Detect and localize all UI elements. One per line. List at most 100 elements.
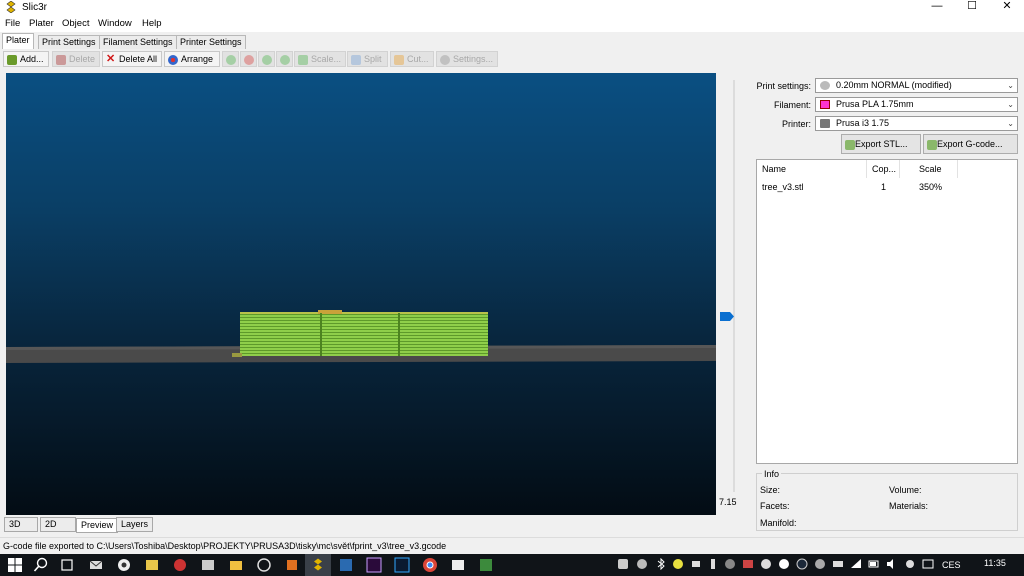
windows-start-icon[interactable] [7, 557, 23, 573]
app-icon-6[interactable] [338, 557, 354, 573]
slic3r-taskbar-button[interactable] [305, 554, 331, 576]
delete-button[interactable]: Delete [52, 51, 100, 67]
app-icon-5[interactable] [284, 557, 300, 573]
chevron-down-icon: ⌄ [1007, 119, 1014, 128]
steam-icon[interactable] [796, 558, 808, 570]
slic3r-logo-icon [6, 1, 16, 13]
tray-icon-1[interactable] [617, 558, 629, 570]
split-button[interactable]: Split [347, 51, 388, 67]
menu-file[interactable]: File [5, 18, 20, 29]
rotate-left-button[interactable] [258, 51, 275, 67]
filament-combo[interactable]: Prusa PLA 1.75mm ⌄ [815, 97, 1018, 112]
app-icon-2[interactable] [172, 557, 188, 573]
action-center-icon[interactable] [922, 558, 934, 570]
column-scale-header[interactable]: Scale [900, 160, 958, 178]
view-tab-layers[interactable]: Layers [116, 517, 154, 532]
app-icon-7[interactable] [450, 557, 466, 573]
tray-icon-6[interactable] [724, 558, 736, 570]
file-explorer-icon[interactable] [228, 557, 244, 573]
tray-icon-5[interactable] [707, 558, 719, 570]
decrease-copies-button[interactable] [240, 51, 257, 67]
chrome-icon[interactable] [422, 557, 438, 573]
premiere-icon[interactable] [366, 557, 382, 573]
tray-icon-12[interactable] [904, 558, 916, 570]
tab-plater[interactable]: Plater [2, 33, 34, 49]
printer-icon [820, 119, 830, 128]
printer-combo[interactable]: Prusa i3 1.75 ⌄ [815, 116, 1018, 131]
info-materials-label: Materials: [889, 501, 929, 511]
column-name-header[interactable]: Name [757, 160, 867, 178]
print-settings-combo[interactable]: 0.20mm NORMAL (modified) ⌄ [815, 78, 1018, 93]
photoshop-icon[interactable] [394, 557, 410, 573]
view-tab-3d[interactable]: 3D [4, 517, 38, 532]
app-icon-1[interactable] [116, 557, 132, 573]
tab-filament-settings[interactable]: Filament Settings [99, 35, 177, 49]
status-message: G-code file exported to C:\Users\Toshiba… [3, 541, 447, 551]
plater-toolbar: Add... Delete ✕ Delete All Arrange Scale… [0, 49, 1024, 70]
arrange-button[interactable]: Arrange [164, 51, 220, 67]
rotate-right-button[interactable] [276, 51, 293, 67]
delete-all-button[interactable]: ✕ Delete All [102, 51, 162, 67]
object-list[interactable]: Name Cop... Scale tree_v3.stl 1 350% [756, 159, 1018, 464]
app-icon-4[interactable] [256, 557, 272, 573]
printer-label: Printer: [781, 119, 811, 129]
tray-icon-9[interactable] [778, 558, 790, 570]
filament-label: Filament: [773, 100, 811, 110]
export-stl-button[interactable]: Export STL... [841, 134, 921, 154]
layer-slider-handle[interactable] [720, 312, 734, 321]
menu-window[interactable]: Window [98, 18, 132, 29]
export-gcode-button[interactable]: Export G-code... [923, 134, 1018, 154]
tray-icon-8[interactable] [760, 558, 772, 570]
tab-print-settings[interactable]: Print Settings [38, 35, 100, 49]
tray-icon-2[interactable] [636, 558, 648, 570]
battery-icon[interactable] [868, 558, 880, 570]
network-icon[interactable] [850, 558, 862, 570]
menu-object[interactable]: Object [62, 18, 89, 29]
add-icon [7, 55, 17, 65]
layer-slider[interactable] [717, 73, 753, 515]
delete-all-icon: ✕ [106, 53, 116, 65]
sliced-model-tree [232, 310, 488, 357]
app-icon-3[interactable] [200, 557, 216, 573]
maximize-button[interactable]: ☐ [955, 0, 989, 14]
object-scale: 350% [919, 182, 943, 192]
view-tab-2d[interactable]: 2D [40, 517, 76, 532]
search-icon[interactable] [33, 557, 49, 573]
folder-app-icon[interactable] [144, 557, 160, 573]
menu-bar: File Plater Object Window Help [0, 16, 1024, 32]
minus-icon [244, 55, 254, 65]
preview-canvas[interactable] [6, 73, 716, 515]
view-tab-preview[interactable]: Preview [76, 518, 119, 533]
info-manifold-label: Manifold: [760, 518, 797, 528]
settings-tabs: Plater Print Settings Filament Settings … [0, 33, 1024, 49]
mail-icon[interactable] [88, 557, 104, 573]
tray-icon-11[interactable] [832, 558, 844, 570]
layer-slider-track [733, 80, 735, 492]
cut-button[interactable]: Cut... [390, 51, 434, 67]
object-name: tree_v3.stl [762, 182, 804, 192]
scale-button[interactable]: Scale... [294, 51, 346, 67]
settings-button[interactable]: Settings... [436, 51, 498, 67]
cut-icon [394, 55, 404, 65]
volume-icon[interactable] [886, 558, 898, 570]
task-view-icon[interactable] [59, 557, 75, 573]
tray-icon-4[interactable] [690, 558, 702, 570]
tray-icon-3[interactable] [672, 558, 684, 570]
menu-plater[interactable]: Plater [29, 18, 54, 29]
tray-icon-7[interactable] [742, 558, 754, 570]
clock[interactable]: 11:35 [984, 558, 1006, 568]
menu-help[interactable]: Help [142, 18, 162, 29]
info-volume-label: Volume: [889, 485, 922, 495]
close-button[interactable]: ✕ [990, 0, 1024, 14]
bluetooth-icon[interactable] [655, 558, 667, 570]
app-icon-8[interactable] [478, 557, 494, 573]
keyboard-language[interactable]: CES [942, 560, 961, 570]
minimize-button[interactable]: — [920, 0, 954, 14]
arrange-icon [168, 55, 178, 65]
tray-icon-10[interactable] [814, 558, 826, 570]
column-copies-header[interactable]: Cop... [867, 160, 900, 178]
tab-printer-settings[interactable]: Printer Settings [176, 35, 246, 49]
add-button[interactable]: Add... [3, 51, 49, 67]
increase-copies-button[interactable] [222, 51, 239, 67]
export-icon [927, 140, 937, 150]
